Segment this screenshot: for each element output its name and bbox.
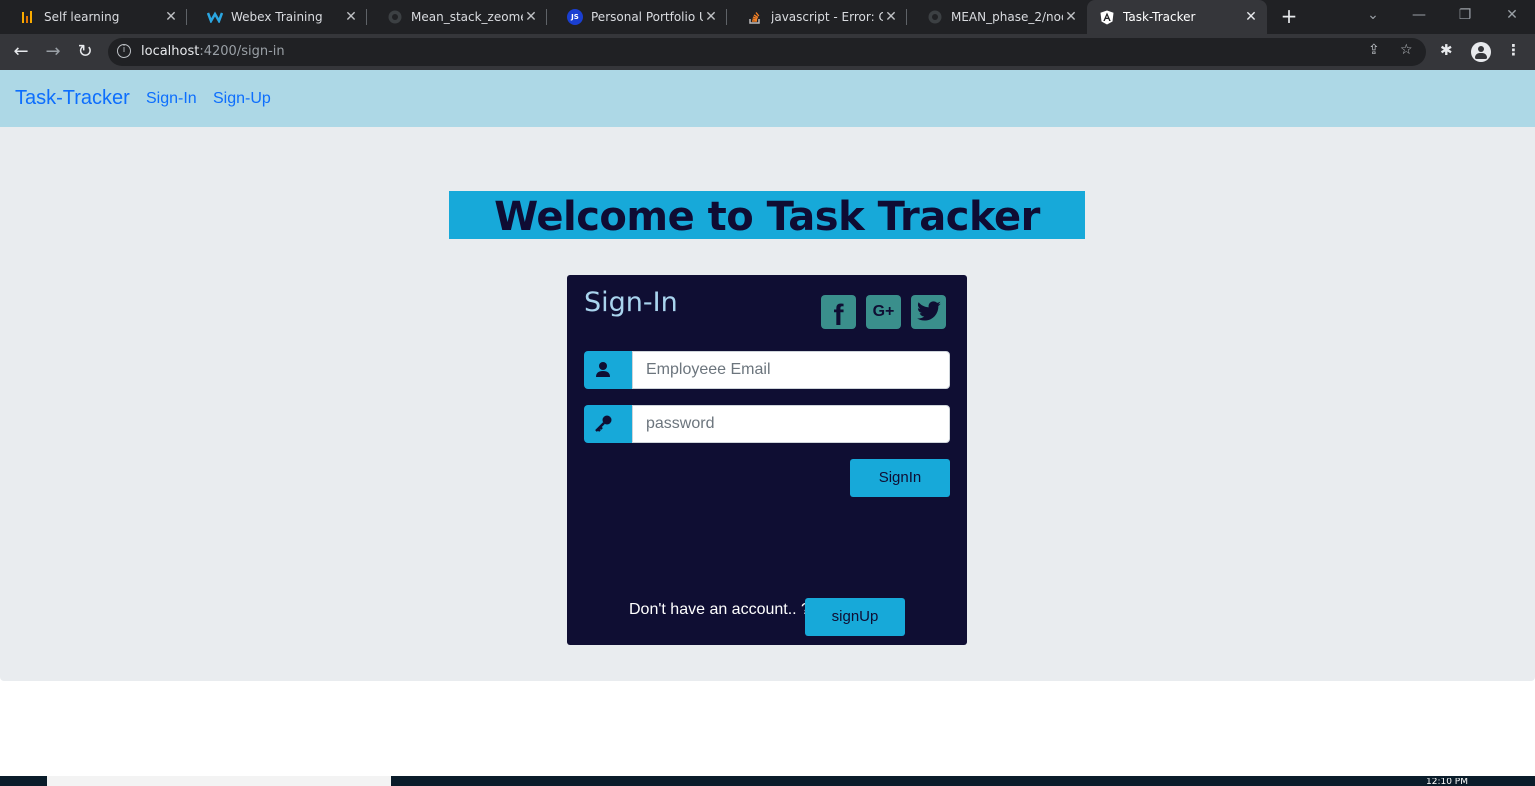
nav-sign-up-link[interactable]: Sign-Up [213,90,271,108]
url-text[interactable]: localhost:4200/sign-in [141,44,285,59]
tab-mean-phase-2[interactable]: MEAN_phase_2/node ✕ [907,0,1087,34]
signup-button[interactable]: signUp [805,598,905,636]
tab-webex-training[interactable]: Webex Training ✕ [187,0,367,34]
app-navbar: Task-Tracker Sign-In Sign-Up [0,70,1535,127]
bookmark-star-icon[interactable]: ☆ [1400,42,1413,58]
new-tab-button[interactable]: + [1278,4,1300,28]
no-account-text: Don't have an account.. ? [629,601,810,618]
back-button[interactable]: ← [8,40,34,64]
minimize-button[interactable]: — [1396,0,1442,34]
tab-search-icon[interactable]: ⌄ [1350,0,1396,34]
signin-title: Sign-In [584,287,678,318]
bar-chart-icon [20,9,36,25]
password-input-group [584,405,950,443]
close-tab-icon[interactable]: ✕ [883,9,899,25]
user-icon [584,351,632,389]
angular-icon [1099,9,1115,25]
facebook-icon[interactable]: f [821,295,856,332]
taskbar-clock: 12:10 PM [1426,778,1468,786]
taskbar-search-box[interactable] [47,776,391,786]
email-input-group [584,351,950,389]
stackoverflow-icon [747,9,763,25]
brand-link[interactable]: Task-Tracker [15,87,130,110]
tab-javascript-error[interactable]: javascript - Error: Cann ✕ [727,0,907,34]
extensions-icon[interactable]: ✱ [1440,41,1453,59]
close-window-button[interactable]: ✕ [1489,0,1535,34]
signin-button[interactable]: SignIn [850,459,950,497]
close-tab-icon[interactable]: ✕ [1243,9,1259,25]
signin-card: Sign-In f G+ SignIn Don't have an accoun… [567,275,967,645]
js-icon: JS [567,9,583,25]
password-field[interactable] [632,405,950,443]
close-tab-icon[interactable]: ✕ [1063,9,1079,25]
reload-button[interactable]: ↻ [72,40,98,64]
browser-tab-strip: Self learning ✕ Webex Training ✕ Mean_st… [0,0,1535,34]
close-tab-icon[interactable]: ✕ [343,9,359,25]
close-tab-icon[interactable]: ✕ [703,9,719,25]
nav-sign-in-link[interactable]: Sign-In [146,90,197,108]
forward-button[interactable]: → [40,40,66,64]
welcome-heading: Welcome to Task Tracker [449,191,1085,240]
email-field[interactable] [632,351,950,389]
share-icon[interactable]: ⇪ [1368,42,1380,58]
key-icon [584,405,632,443]
address-bar[interactable]: i localhost:4200/sign-in ⇪ ☆ [108,38,1426,66]
tab-mean-stack-zeomega[interactable]: Mean_stack_zeomega ✕ [367,0,547,34]
close-tab-icon[interactable]: ✕ [523,9,539,25]
github-icon [387,9,403,25]
browser-toolbar: ← → ↻ i localhost:4200/sign-in ⇪ ☆ ✱ ⋮ [0,34,1535,70]
google-plus-icon[interactable]: G+ [866,295,901,329]
tab-personal-portfolio[interactable]: JS Personal Portfolio Usi ✕ [547,0,727,34]
twitter-icon[interactable] [911,295,946,329]
site-info-icon[interactable]: i [117,44,131,58]
github-icon [927,9,943,25]
restore-button[interactable]: ❐ [1442,0,1488,34]
menu-kebab-icon[interactable]: ⋮ [1506,41,1521,59]
tab-task-tracker[interactable]: Task-Tracker ✕ [1087,0,1267,34]
close-tab-icon[interactable]: ✕ [163,9,179,25]
tab-self-learning[interactable]: Self learning ✕ [0,0,187,34]
profile-avatar-icon[interactable] [1471,42,1491,62]
main-content: Welcome to Task Tracker Sign-In f G+ Sig… [0,127,1535,681]
webex-icon [207,9,223,25]
